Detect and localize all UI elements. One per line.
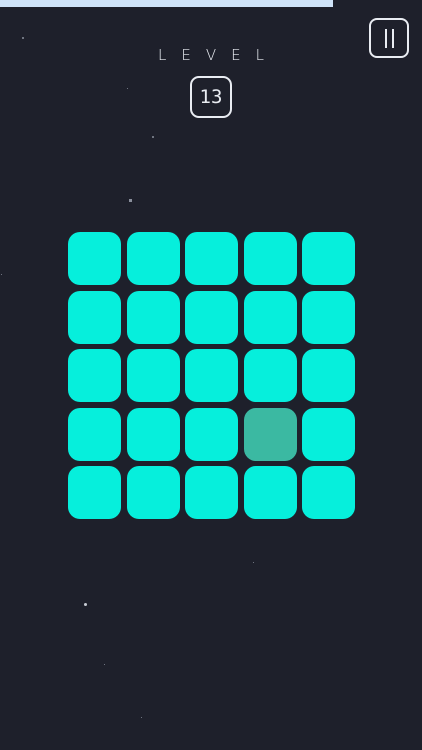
grid-tile[interactable] (126, 290, 180, 344)
grid-tile[interactable] (243, 349, 297, 402)
grid-tile[interactable] (185, 407, 238, 461)
level-number: 13 (199, 86, 223, 108)
star-decoration (22, 37, 24, 39)
grid-tile[interactable] (302, 232, 355, 285)
grid-tile[interactable] (185, 466, 238, 519)
grid-tile[interactable] (68, 466, 121, 519)
star-decoration (253, 562, 254, 563)
star-decoration (129, 199, 132, 202)
grid-tile[interactable] (302, 407, 355, 461)
star-decoration (1, 274, 2, 275)
level-timer-bar (0, 0, 422, 7)
star-decoration (104, 664, 105, 665)
grid-tile[interactable] (243, 407, 297, 461)
grid-tile[interactable] (243, 232, 297, 285)
star-decoration (152, 136, 154, 138)
grid-tile[interactable] (68, 349, 121, 402)
star-decoration (127, 88, 128, 89)
grid-tile[interactable] (126, 407, 180, 461)
level-timer-fill (0, 0, 334, 7)
pause-icon (384, 28, 394, 48)
grid-tile[interactable] (302, 290, 355, 344)
grid-tile[interactable] (243, 290, 297, 344)
grid-tile[interactable] (302, 466, 355, 519)
grid-tile[interactable] (185, 232, 238, 285)
puzzle-grid (68, 232, 355, 519)
grid-tile[interactable] (68, 232, 121, 285)
grid-tile[interactable] (126, 349, 180, 402)
star-decoration (141, 717, 142, 718)
grid-tile[interactable] (243, 466, 297, 519)
grid-tile[interactable] (126, 232, 180, 285)
level-title: LEVEL (158, 46, 279, 64)
grid-tile[interactable] (185, 290, 238, 344)
grid-tile[interactable] (185, 349, 238, 402)
star-decoration (84, 603, 87, 606)
grid-tile[interactable] (126, 466, 180, 519)
level-number-badge: 13 (190, 76, 232, 118)
grid-tile[interactable] (302, 349, 355, 402)
grid-tile[interactable] (68, 290, 121, 344)
grid-tile[interactable] (68, 407, 121, 461)
